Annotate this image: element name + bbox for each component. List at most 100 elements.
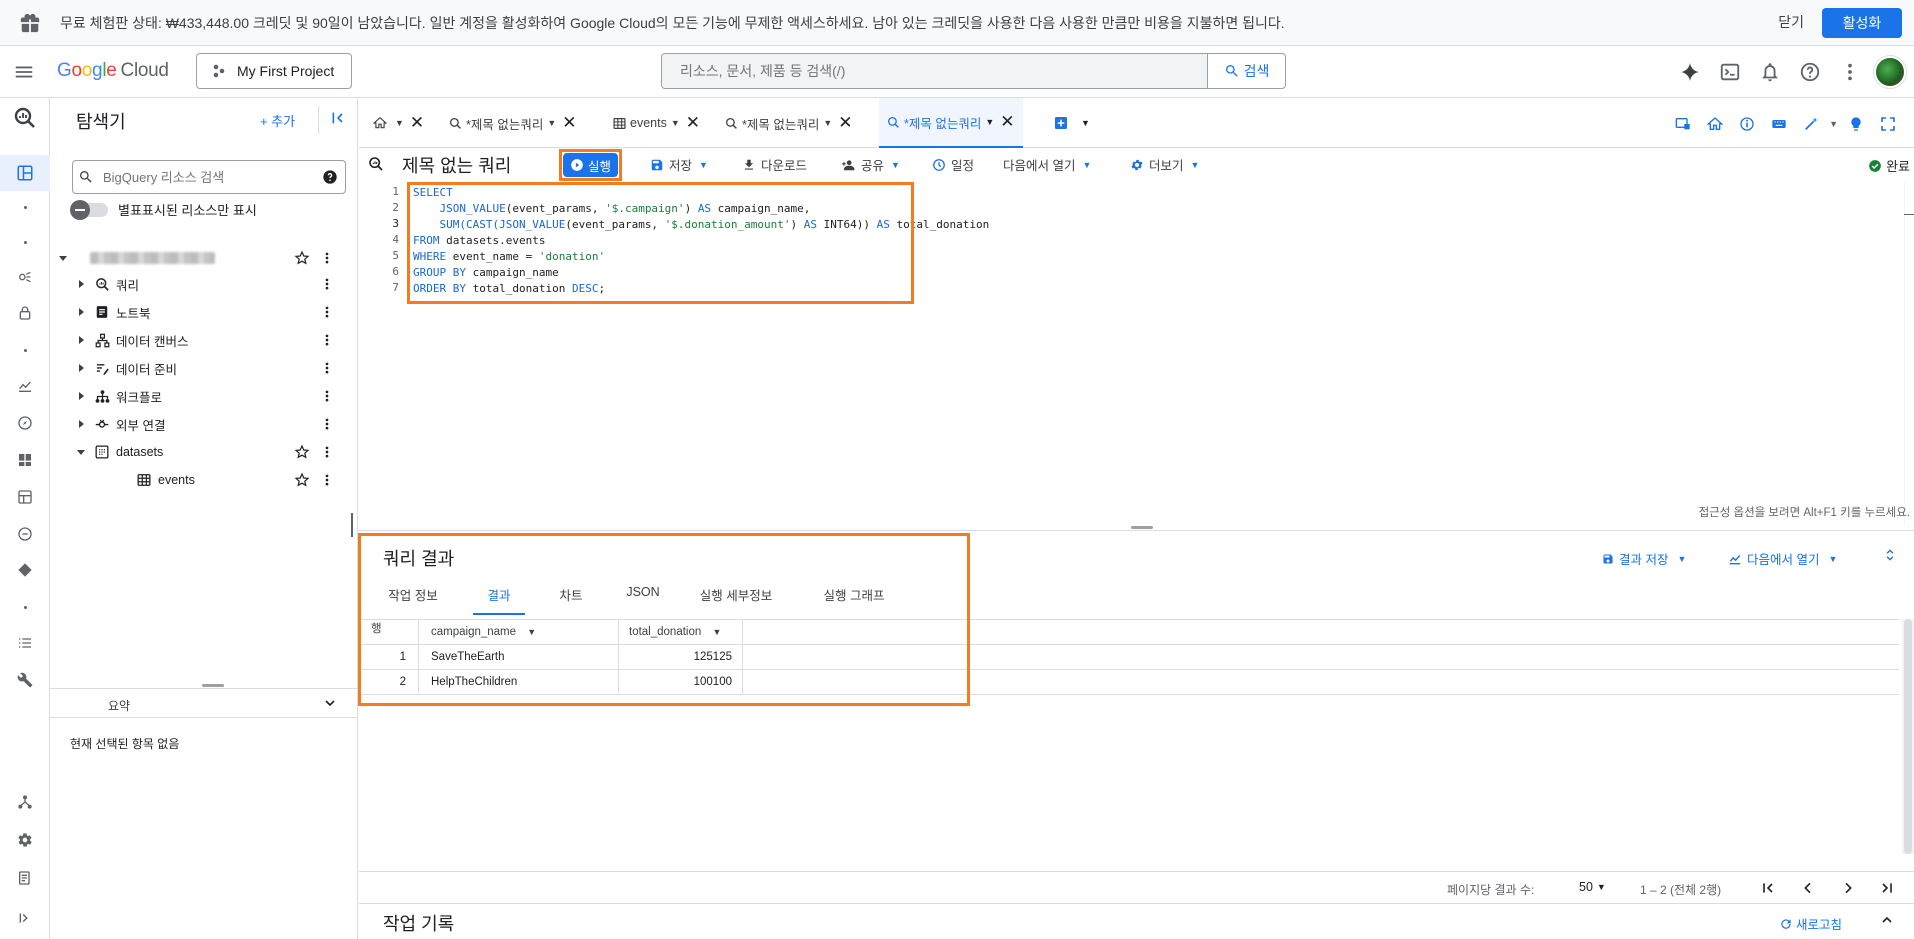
tree-item-queries[interactable]: 쿼리 [50, 270, 358, 298]
resize-handle[interactable] [351, 513, 353, 537]
chevron-right-icon[interactable] [74, 361, 88, 375]
star-icon[interactable] [294, 250, 310, 266]
tab-results[interactable]: 결과 [473, 585, 525, 615]
rail-dot-icon[interactable] [13, 595, 37, 619]
graph-icon[interactable] [13, 790, 37, 814]
first-page-icon[interactable] [1760, 880, 1776, 896]
pipeline-icon[interactable] [13, 558, 37, 582]
caret-down-icon[interactable]: ▼ [1829, 119, 1838, 129]
sort-caret-icon[interactable]: ▼ [712, 627, 721, 637]
explorer-search-input[interactable] [99, 161, 315, 193]
sharing-icon[interactable] [13, 265, 37, 289]
more-vert-icon[interactable] [320, 360, 334, 376]
keyboard-icon[interactable] [1765, 113, 1793, 135]
table-row[interactable]: 1 SaveTheEarth 125125 [359, 645, 1899, 670]
rail-dot-icon[interactable] [13, 195, 37, 219]
more-button[interactable]: 더보기 ▼ [1130, 155, 1199, 174]
more-vert-icon[interactable] [1830, 56, 1870, 88]
more-vert-icon[interactable] [320, 388, 334, 404]
column-header-total-donation[interactable]: total_donation ▼ [619, 620, 743, 645]
caret-down-icon[interactable]: ▼ [823, 118, 832, 128]
bigquery-icon[interactable] [13, 106, 37, 130]
save-results-button[interactable]: 결과 저장 ▼ [1602, 549, 1686, 568]
avatar[interactable] [1874, 56, 1906, 88]
caret-down-icon[interactable]: ▼ [547, 118, 556, 128]
close-icon[interactable]: ✕ [686, 113, 700, 133]
explore-icon[interactable] [13, 411, 37, 435]
dashboard-icon[interactable] [13, 448, 37, 472]
close-icon[interactable]: ✕ [410, 113, 424, 133]
more-vert-icon[interactable] [320, 276, 334, 292]
rail-dot-icon[interactable] [13, 338, 37, 362]
tab-job-info[interactable]: 작업 정보 [383, 585, 443, 615]
next-page-icon[interactable] [1840, 880, 1856, 896]
tab-query-2[interactable]: *제목 없는쿼리 ▼ ✕ [725, 98, 853, 148]
close-icon[interactable]: ✕ [1000, 112, 1014, 132]
more-vert-icon[interactable] [320, 472, 334, 488]
tree-item-external-connections[interactable]: 외부 연결 [50, 410, 358, 438]
star-icon[interactable] [294, 444, 310, 460]
tree-item-events-table[interactable]: events [50, 466, 358, 494]
release-notes-icon[interactable] [13, 866, 37, 890]
chevron-down-icon[interactable] [74, 445, 88, 459]
tab-home[interactable]: ▼ ✕ [373, 98, 424, 148]
expand-rail-icon[interactable] [13, 906, 37, 930]
list-icon[interactable] [13, 631, 37, 655]
summary-drag-handle[interactable] [202, 684, 224, 687]
info-icon[interactable] [1733, 113, 1761, 135]
tab-events-table[interactable]: events ▼ ✕ [613, 98, 700, 148]
new-tab-button[interactable]: ▼ [1053, 98, 1090, 148]
tab-query-1[interactable]: *제목 없는쿼리 ▼ ✕ [449, 98, 577, 148]
download-button[interactable]: 다운로드 [742, 155, 807, 174]
tree-item-data-canvas[interactable]: 데이터 캔버스 [50, 326, 358, 354]
studio-icon[interactable] [13, 161, 37, 185]
column-header-campaign-name[interactable]: campaign_name ▼ [419, 620, 619, 645]
save-button[interactable]: 저장 ▼ [650, 155, 708, 174]
chevron-right-icon[interactable] [74, 277, 88, 291]
caret-down-icon[interactable]: ▼ [985, 117, 994, 127]
chevron-down-icon[interactable] [322, 695, 338, 711]
tree-item-data-prep[interactable]: 데이터 준비 [50, 354, 358, 382]
sql-editor[interactable]: 1 2 3 4 5 6 7 SELECT JSON_VALUE(event_pa… [359, 182, 1914, 524]
help-icon[interactable] [1790, 56, 1830, 88]
chevron-right-icon[interactable] [74, 417, 88, 431]
starred-only-toggle[interactable] [70, 199, 108, 220]
refresh-button[interactable]: 새로고침 [1779, 914, 1842, 933]
project-row[interactable] [50, 244, 358, 272]
dismiss-button[interactable]: 닫기 [1778, 12, 1804, 32]
gemini-icon[interactable] [1670, 56, 1710, 88]
notifications-icon[interactable] [1750, 56, 1790, 88]
results-open-in-button[interactable]: 다음에서 열기 ▼ [1728, 549, 1837, 568]
search-input[interactable] [662, 54, 1207, 88]
search-button[interactable]: 검색 [1207, 54, 1285, 88]
table-row[interactable]: 2 HelpTheChildren 100100 [359, 670, 1899, 695]
pane-splitter[interactable] [1131, 526, 1153, 529]
help-icon[interactable] [315, 169, 345, 185]
schedule-button[interactable]: 일정 [932, 155, 974, 174]
chevron-right-icon[interactable] [74, 389, 88, 403]
close-icon[interactable]: ✕ [562, 113, 576, 133]
caret-down-icon[interactable]: ▼ [1081, 118, 1090, 128]
lock-icon[interactable] [13, 301, 37, 325]
chevron-up-icon[interactable] [1879, 912, 1895, 928]
more-vert-icon[interactable] [320, 416, 334, 432]
caret-down-icon[interactable]: ▼ [395, 118, 404, 128]
tab-chart[interactable]: 차트 [549, 585, 593, 615]
more-vert-icon[interactable] [320, 250, 334, 266]
more-vert-icon[interactable] [320, 304, 334, 320]
tab-json[interactable]: JSON [621, 585, 665, 615]
fullscreen-icon[interactable] [1874, 113, 1902, 135]
more-vert-icon[interactable] [320, 444, 334, 460]
run-button[interactable]: 실행 [563, 153, 618, 177]
per-page-select[interactable]: 50 ▼ [1579, 880, 1606, 894]
menu-icon[interactable] [12, 60, 36, 84]
last-page-icon[interactable] [1879, 880, 1895, 896]
switch-layout-icon[interactable] [1669, 113, 1697, 135]
more-vert-icon[interactable] [320, 332, 334, 348]
tab-execution-details[interactable]: 실행 세부정보 [689, 585, 783, 615]
star-icon[interactable] [294, 472, 310, 488]
settings-icon[interactable] [13, 828, 37, 852]
magic-wand-icon[interactable] [1797, 113, 1825, 135]
chevron-down-icon[interactable] [56, 251, 70, 265]
rail-dot-icon[interactable] [13, 230, 37, 254]
